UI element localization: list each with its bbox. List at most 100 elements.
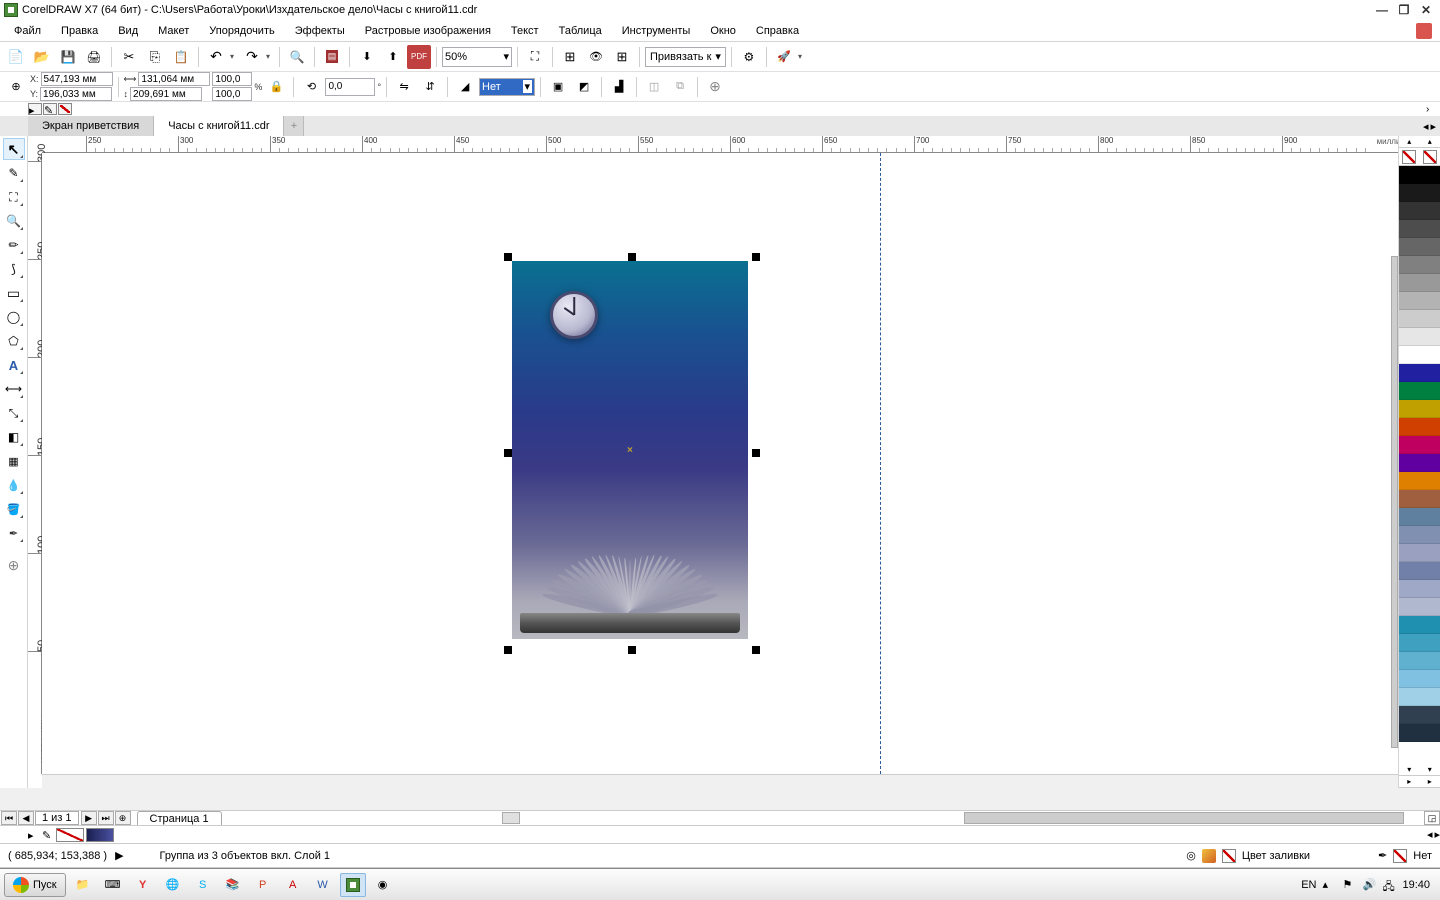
page-prev[interactable]: ◀ — [18, 811, 34, 825]
color-swatch[interactable] — [1399, 616, 1420, 634]
color-swatch[interactable] — [1420, 166, 1440, 184]
handle-s[interactable] — [628, 646, 636, 654]
color-swatch[interactable] — [1420, 436, 1440, 454]
color-swatch[interactable] — [1420, 292, 1440, 310]
task-coreldraw[interactable] — [340, 873, 366, 897]
handle-sw[interactable] — [504, 646, 512, 654]
polygon-tool[interactable] — [3, 330, 25, 352]
color-swatch[interactable] — [1420, 508, 1440, 526]
color-swatch[interactable] — [1399, 166, 1420, 184]
artistic-media-tool[interactable] — [3, 258, 25, 280]
task-steam[interactable]: ◉ — [370, 873, 396, 897]
task-acrobat[interactable]: A — [280, 873, 306, 897]
color-swatch[interactable] — [1420, 202, 1440, 220]
undo-button[interactable] — [204, 45, 228, 69]
menu-arrange[interactable]: Упорядочить — [199, 23, 284, 39]
handle-se[interactable] — [752, 646, 760, 654]
customize-tool[interactable] — [3, 554, 25, 576]
tab-welcome[interactable]: Экран приветствия — [28, 116, 154, 136]
tray-network-icon[interactable]: 🖧 — [1382, 878, 1396, 892]
color-swatch[interactable] — [1420, 418, 1440, 436]
add-button[interactable] — [703, 75, 727, 99]
color-swatch[interactable] — [1399, 346, 1420, 364]
palette2-up[interactable]: ▴ — [1420, 136, 1440, 148]
launcher-button[interactable] — [772, 45, 796, 69]
next-icon[interactable]: ▶ — [115, 849, 123, 862]
x-input[interactable] — [41, 72, 113, 86]
page-add[interactable]: ⊕ — [115, 811, 131, 825]
color-proof-icon[interactable]: ◎ — [1186, 849, 1196, 862]
tab-document[interactable]: Часы с книгой11.cdr — [154, 116, 284, 136]
page-tab[interactable]: Страница 1 — [137, 811, 222, 825]
grid-button[interactable] — [610, 45, 634, 69]
menu-file[interactable]: Файл — [4, 23, 51, 39]
y-input[interactable] — [40, 87, 112, 101]
color-swatch[interactable] — [1399, 490, 1420, 508]
new-button[interactable] — [4, 45, 28, 69]
color-swatch[interactable] — [1399, 436, 1420, 454]
palette2-down[interactable]: ▾ — [1420, 764, 1440, 776]
preview-button[interactable] — [584, 45, 608, 69]
user-icon[interactable] — [1416, 23, 1432, 39]
color-swatch[interactable] — [1420, 634, 1440, 652]
color-swatch[interactable] — [1399, 202, 1420, 220]
pick-tool[interactable] — [3, 138, 25, 160]
handle-nw[interactable] — [504, 253, 512, 261]
hscroll-thumb[interactable] — [964, 812, 1404, 824]
ungroup-all-button[interactable]: ⧉ — [668, 75, 692, 99]
tab-nav-right-icon[interactable]: ▸ — [1430, 120, 1436, 133]
selection-center[interactable]: × — [627, 445, 633, 456]
color-swatch[interactable] — [1420, 256, 1440, 274]
menu-bitmap[interactable]: Растровые изображения — [355, 23, 501, 39]
color-swatch[interactable] — [1420, 652, 1440, 670]
height-input[interactable] — [130, 87, 202, 101]
save-button[interactable] — [56, 45, 80, 69]
color-swatch[interactable] — [1399, 670, 1420, 688]
color-swatch[interactable] — [1399, 292, 1420, 310]
menu-view[interactable]: Вид — [108, 23, 148, 39]
color-swatch[interactable] — [1420, 670, 1440, 688]
cut-button[interactable] — [117, 45, 141, 69]
paste-button[interactable] — [169, 45, 193, 69]
snap-select[interactable]: Привязать к▾ — [645, 47, 726, 67]
color-swatch[interactable] — [1399, 724, 1420, 742]
fill-tool[interactable] — [3, 498, 25, 520]
menu-text[interactable]: Текст — [501, 23, 549, 39]
outline-select[interactable]: Нет▾ — [479, 78, 535, 96]
color-swatch[interactable] — [1420, 310, 1440, 328]
task-explorer[interactable]: 📁 — [70, 873, 96, 897]
handle-e[interactable] — [752, 449, 760, 457]
tray-show-hidden-icon[interactable]: ▴ — [1322, 878, 1336, 892]
export-button[interactable] — [381, 45, 405, 69]
vertical-ruler[interactable]: 30025020015010050 миллиметры — [28, 153, 42, 774]
publish-button[interactable] — [320, 45, 344, 69]
palette-up[interactable]: ▴ — [1399, 136, 1420, 148]
color-swatch[interactable] — [1420, 544, 1440, 562]
eyedropper-tool[interactable] — [3, 474, 25, 496]
color-swatch[interactable] — [1420, 472, 1440, 490]
color-swatch[interactable] — [1399, 652, 1420, 670]
color-swatch[interactable] — [1420, 688, 1440, 706]
navigator-button[interactable]: ◲ — [1424, 811, 1440, 825]
horizontal-ruler[interactable]: 2503003504004505005506006507007508008509… — [42, 136, 1426, 153]
scale-y-input[interactable] — [212, 87, 252, 101]
color-swatch[interactable] — [1420, 562, 1440, 580]
hscroll-left[interactable] — [502, 812, 520, 824]
zoom-select[interactable]: 50%▾ — [442, 47, 512, 67]
color-swatch[interactable] — [1420, 400, 1440, 418]
color-swatch[interactable] — [1399, 706, 1420, 724]
canvas[interactable]: × — [42, 153, 1426, 774]
task-cmd[interactable]: ⌨ — [100, 873, 126, 897]
page-first[interactable]: ⏮ — [1, 811, 17, 825]
current-gradient-fill[interactable] — [86, 828, 114, 842]
task-word[interactable]: W — [310, 873, 336, 897]
dimension-tool[interactable] — [3, 378, 25, 400]
color-swatch[interactable] — [1399, 310, 1420, 328]
print-button[interactable] — [82, 45, 106, 69]
menu-edit[interactable]: Правка — [51, 23, 108, 39]
task-yandex[interactable]: Y — [130, 873, 156, 897]
color-swatch[interactable] — [1399, 328, 1420, 346]
rotation-input[interactable] — [325, 78, 375, 96]
copy-button[interactable] — [143, 45, 167, 69]
ungroup-button[interactable]: ◫ — [642, 75, 666, 99]
